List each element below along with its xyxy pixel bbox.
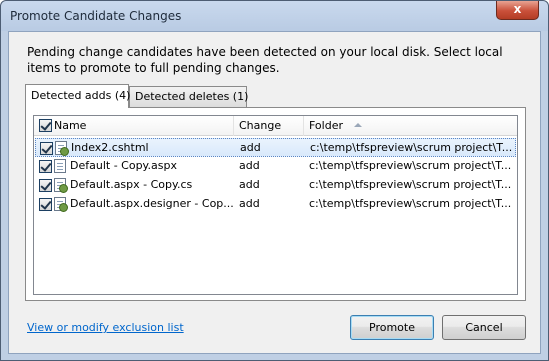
dialog-body: Pending change candidates have been dete… [8, 31, 541, 354]
item-name: Index2.cshtml [71, 141, 149, 154]
list-item[interactable]: Default - Copy.aspx add c:\temp\tfsprevi… [35, 157, 516, 176]
tab-detected-deletes[interactable]: Detected deletes (1) [129, 86, 249, 107]
list-item[interactable]: Default.aspx - Copy.cs add c:\temp\tfspr… [35, 176, 516, 195]
column-folder-label: Folder [309, 119, 343, 132]
item-folder: c:\temp\tfspreview\scrum project\T... [309, 178, 512, 191]
close-icon: x [513, 2, 522, 16]
aspx-file-icon [54, 159, 66, 173]
list-item[interactable]: Index2.cshtml add c:\temp\tfspreview\scr… [35, 138, 516, 157]
close-button[interactable]: x [496, 1, 539, 20]
row-checkbox[interactable] [39, 179, 52, 192]
item-folder: c:\temp\tfspreview\scrum project\T... [309, 197, 512, 210]
item-change: add [240, 141, 261, 154]
title-bar[interactable]: Promote Candidate Changes x [1, 1, 548, 31]
cshtml-file-icon [55, 141, 69, 156]
candidate-list[interactable]: Name Change Folder Index2.cshtml add c:\… [33, 115, 518, 295]
list-item[interactable]: Default.aspx.designer - Cop... add c:\te… [35, 195, 516, 214]
cs-file-icon [54, 197, 68, 212]
tab-detected-adds[interactable]: Detected adds (4) [25, 84, 131, 108]
item-change: add [239, 159, 260, 172]
tab-label: Detected adds (4) [31, 89, 131, 102]
item-folder: c:\temp\tfspreview\scrum project\T... [310, 141, 513, 154]
dialog-window: Promote Candidate Changes x Pending chan… [0, 0, 549, 361]
promote-button[interactable]: Promote [350, 315, 434, 340]
row-checkbox[interactable] [39, 160, 52, 173]
item-name: Default - Copy.aspx [70, 159, 177, 172]
select-all-checkbox[interactable] [39, 119, 52, 132]
item-name: Default.aspx - Copy.cs [70, 178, 193, 191]
row-checkbox[interactable] [39, 198, 52, 211]
list-header: Name Change Folder [34, 116, 517, 136]
item-change: add [239, 197, 260, 210]
window-title: Promote Candidate Changes [10, 9, 182, 23]
column-change-label: Change [239, 119, 282, 132]
cancel-button[interactable]: Cancel [442, 315, 526, 340]
cs-file-icon [54, 178, 68, 193]
item-change: add [239, 178, 260, 191]
column-header-name[interactable]: Name [34, 116, 234, 136]
column-name-label: Name [54, 119, 87, 132]
sort-ascending-icon [353, 123, 362, 127]
exclusion-list-link[interactable]: View or modify exclusion list [27, 321, 184, 334]
column-header-change[interactable]: Change [234, 116, 304, 136]
item-name: Default.aspx.designer - Cop... [70, 197, 233, 210]
tab-label: Detected deletes (1) [135, 90, 249, 103]
tab-panel-adds: Name Change Folder Index2.cshtml add c:\… [25, 107, 526, 301]
row-checkbox[interactable] [40, 142, 53, 155]
item-folder: c:\temp\tfspreview\scrum project\T... [309, 159, 512, 172]
intro-text: Pending change candidates have been dete… [27, 45, 503, 75]
column-header-folder[interactable]: Folder [304, 116, 517, 136]
